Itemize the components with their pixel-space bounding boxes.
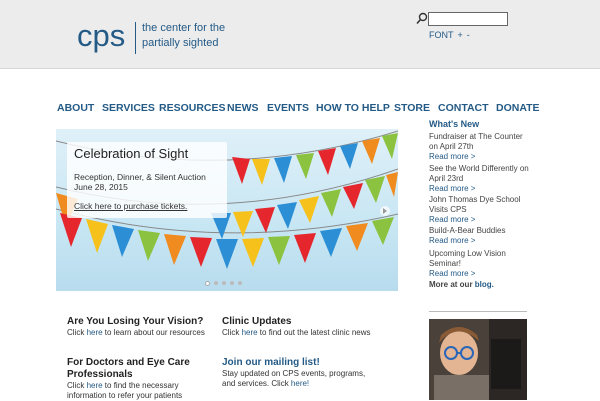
search-input[interactable] — [428, 12, 508, 26]
purchase-tickets-link[interactable]: Click here to purchase tickets. — [74, 201, 187, 211]
logo-divider — [135, 22, 136, 54]
read-more-link[interactable]: Read more > — [429, 152, 529, 162]
news-item[interactable]: Fundraiser at The Counter on April 27th … — [429, 132, 529, 162]
mailing-heading[interactable]: Join our mailing list! — [222, 357, 382, 369]
doctors-text-pre: Click — [67, 381, 87, 390]
vision-here-link[interactable]: here — [87, 328, 103, 337]
mailing-text-pre: and services. Click — [222, 379, 291, 388]
whats-new-title: What's New — [429, 119, 480, 129]
slide-date: June 28, 2015 — [74, 182, 128, 192]
slider-dot[interactable] — [205, 281, 210, 286]
child-with-glasses-image — [429, 319, 527, 400]
news-item[interactable]: John Thomas Dye School Visits CPS Read m… — [429, 195, 529, 225]
news-item-title[interactable]: Build-A-Bear Buddies — [429, 226, 529, 236]
tagline-line1: the center for the — [142, 22, 226, 34]
mailing-text-cont: and services. Click here! — [222, 379, 382, 389]
news-item-title[interactable]: Upcoming Low Vision — [429, 249, 529, 259]
vision-text: Click here to learn about our resources — [67, 328, 217, 338]
font-label: FONT — [429, 30, 454, 40]
news-item-title[interactable]: See the World Differently on — [429, 164, 529, 174]
sidebar-divider — [429, 311, 527, 312]
font-decrease-button[interactable]: - — [467, 30, 470, 40]
slide-title: Celebration of Sight — [74, 146, 189, 161]
mailing-text: Stay updated on CPS events, programs, — [222, 369, 366, 378]
news-item[interactable]: See the World Differently on April 23rd … — [429, 164, 529, 194]
slide-subtitle: Reception, Dinner, & Silent Auction — [74, 172, 206, 182]
news-item[interactable]: Build-A-Bear Buddies Read more > — [429, 226, 529, 246]
slider-dot[interactable] — [230, 281, 234, 285]
vision-text-post: to learn about our resources — [102, 328, 205, 337]
site-header: cps the center for the partially sighted… — [0, 0, 600, 69]
nav-about[interactable]: ABOUT — [57, 102, 94, 114]
vision-text-pre: Click — [67, 328, 87, 337]
vision-heading: Are You Losing Your Vision? — [67, 316, 204, 327]
mailing-block: Join our mailing list! Stay updated on C… — [222, 357, 382, 389]
nav-resources[interactable]: RESOURCES — [159, 102, 226, 114]
doctors-block: For Doctors and Eye Care Professionals C… — [67, 357, 217, 401]
doctors-heading-cont: Professionals — [67, 369, 133, 380]
slider-dot[interactable] — [214, 281, 218, 285]
read-more-link[interactable]: Read more > — [429, 184, 529, 194]
nav-contact[interactable]: CONTACT — [438, 102, 489, 114]
clinic-heading: Clinic Updates — [222, 316, 292, 327]
logo[interactable]: cps — [77, 18, 125, 54]
news-item-title[interactable]: John Thomas Dye School — [429, 195, 529, 205]
nav-store[interactable]: STORE — [394, 102, 430, 114]
news-item-title-cont[interactable]: on April 27th — [429, 142, 529, 152]
clinic-text-pre: Click — [222, 328, 242, 337]
doctors-here-link[interactable]: here — [87, 381, 103, 390]
slide-caption: Celebration of Sight Reception, Dinner, … — [67, 142, 227, 218]
read-more-link[interactable]: Read more > — [429, 215, 529, 225]
search-icon[interactable] — [415, 12, 429, 26]
nav-events[interactable]: EVENTS — [267, 102, 309, 114]
mailing-here-link[interactable]: here! — [291, 379, 309, 388]
slider-dot[interactable] — [238, 281, 242, 285]
font-size-control: FONT + - — [429, 30, 474, 40]
vision-block: Are You Losing Your Vision? Click here t… — [67, 316, 217, 338]
clinic-here-link[interactable]: here — [242, 328, 258, 337]
nav-how-to-help[interactable]: HOW TO HELP — [316, 102, 390, 114]
doctors-text-post: to find the necessary — [102, 381, 179, 390]
clinic-block: Clinic Updates Click here to find out th… — [222, 316, 382, 338]
news-item-title-cont[interactable]: Seminar! — [429, 259, 529, 269]
read-more-link[interactable]: Read more > — [429, 269, 529, 279]
news-item-title-cont[interactable]: Visits CPS — [429, 205, 529, 215]
nav-services[interactable]: SERVICES — [102, 102, 155, 114]
font-increase-button[interactable]: + — [458, 30, 463, 40]
slider-next-arrow-icon[interactable] — [380, 206, 390, 216]
more-at-blog-label: More at our — [429, 280, 475, 289]
news-item[interactable]: Upcoming Low Vision Seminar! Read more > — [429, 249, 529, 279]
read-more-link[interactable]: Read more > — [429, 236, 529, 246]
news-item-title-cont[interactable]: April 23rd — [429, 174, 529, 184]
doctors-text: Click here to find the necessary — [67, 381, 217, 391]
nav-news[interactable]: NEWS — [227, 102, 259, 114]
slider-dot[interactable] — [222, 281, 226, 285]
child-photo — [429, 319, 527, 400]
tagline-line2: partially sighted — [142, 37, 219, 49]
news-item-title[interactable]: Fundraiser at The Counter — [429, 132, 529, 142]
clinic-text-post: to find out the latest clinic news — [257, 328, 371, 337]
nav-donate[interactable]: DONATE — [496, 102, 540, 114]
more-at-blog: More at our blog. — [429, 280, 494, 289]
clinic-text: Click here to find out the latest clinic… — [222, 328, 382, 338]
doctors-heading: For Doctors and Eye Care — [67, 357, 190, 368]
blog-link[interactable]: blog. — [475, 280, 494, 289]
